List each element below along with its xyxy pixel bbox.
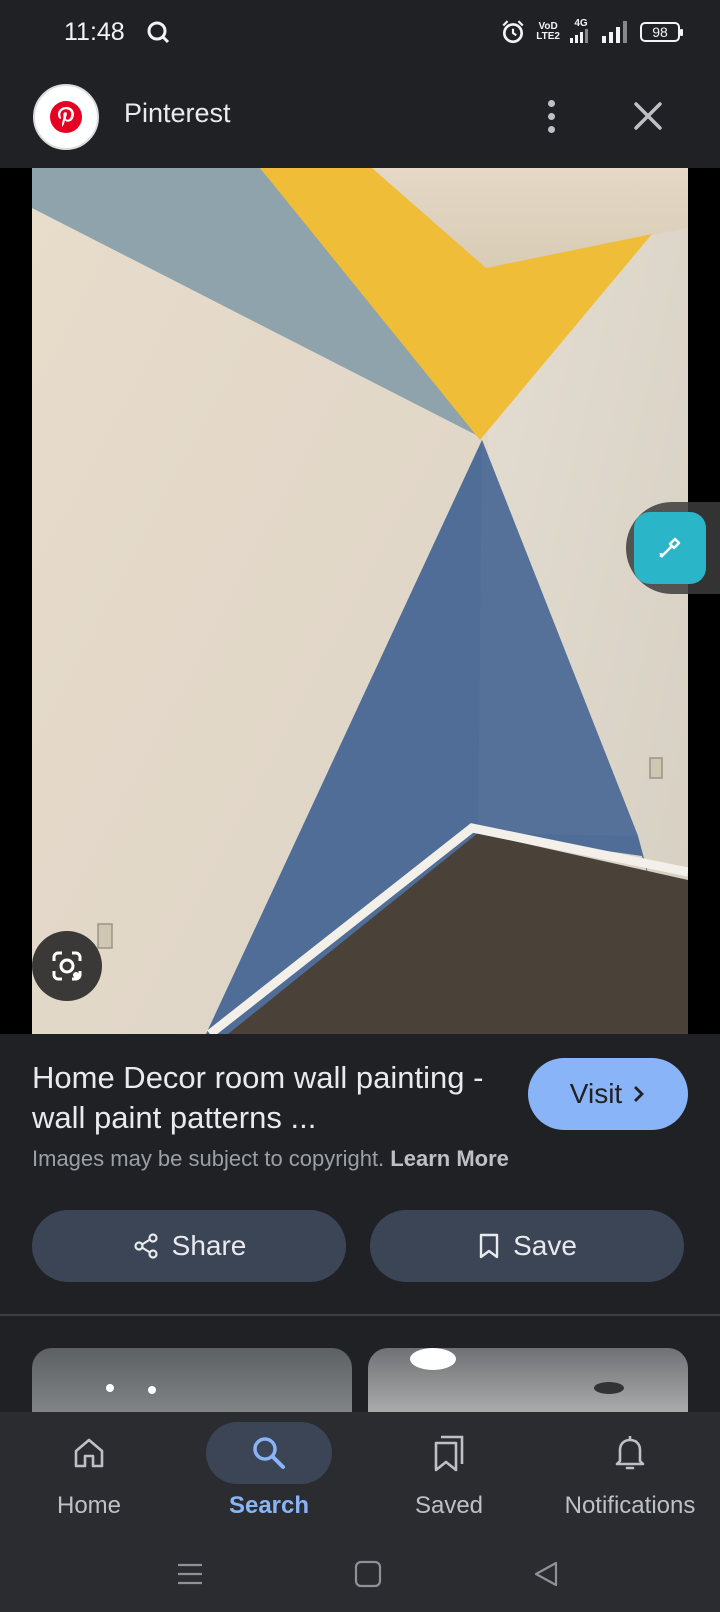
info-panel: Home Decor room wall painting - wall pai…: [0, 1034, 720, 1316]
nav-label: Saved: [414, 1492, 484, 1519]
battery-indicator: 98: [640, 22, 683, 42]
network-type: 4G: [570, 18, 592, 46]
edit-fab[interactable]: [626, 502, 720, 594]
pinterest-logo-icon: [50, 101, 82, 133]
learn-more-link[interactable]: Learn More: [390, 1146, 509, 1171]
chevron-right-icon: [634, 1086, 645, 1102]
nav-label: Search: [228, 1492, 310, 1519]
lens-icon[interactable]: [32, 931, 102, 1001]
pinterest-logo[interactable]: [33, 84, 99, 150]
visit-label: Visit: [569, 1078, 623, 1109]
status-time: 11:48: [64, 18, 125, 46]
more-vert-icon[interactable]: [536, 94, 566, 138]
system-nav-bar: [0, 1534, 720, 1612]
related-thumbnail[interactable]: [32, 1348, 352, 1412]
signal-icon: [602, 21, 627, 43]
visit-button[interactable]: Visit: [528, 1058, 688, 1130]
close-icon[interactable]: [628, 96, 668, 136]
share-label: Share: [171, 1230, 247, 1261]
bookmark-icon: [479, 1233, 499, 1259]
save-button[interactable]: Save: [370, 1210, 684, 1282]
saved-icon: [434, 1435, 464, 1472]
room-wall-image[interactable]: [32, 168, 688, 1034]
eyedropper-icon[interactable]: [634, 512, 706, 584]
share-button[interactable]: Share: [32, 1210, 346, 1282]
home-button-icon[interactable]: [348, 1554, 388, 1594]
related-thumbnail[interactable]: [368, 1348, 688, 1412]
save-label: Save: [513, 1230, 577, 1261]
result-title[interactable]: Home Decor room wall painting - wall pai…: [32, 1058, 502, 1138]
search-icon: [253, 1437, 285, 1469]
share-icon: [134, 1233, 158, 1259]
header: Pinterest: [0, 64, 720, 168]
bottom-nav: Home Search Saved Notifications: [0, 1412, 720, 1534]
recents-icon[interactable]: [170, 1554, 210, 1594]
search-icon: [147, 21, 170, 44]
site-name: Pinterest: [124, 98, 231, 128]
nav-notifications[interactable]: Notifications: [544, 1422, 716, 1532]
home-icon: [74, 1438, 104, 1468]
nav-home[interactable]: Home: [4, 1422, 174, 1532]
nav-label: Notifications: [564, 1492, 696, 1519]
nav-search[interactable]: Search: [184, 1422, 354, 1532]
related-results: [0, 1316, 720, 1412]
copyright-notice: Images may be subject to copyright. Lear…: [32, 1146, 509, 1171]
status-icons: VoD LTE2 4G 98: [500, 18, 683, 46]
nav-label: Home: [56, 1492, 122, 1519]
bell-icon: [615, 1436, 645, 1470]
alarm-icon: [502, 20, 524, 44]
nav-saved[interactable]: Saved: [364, 1422, 534, 1532]
back-icon[interactable]: [526, 1554, 566, 1594]
network-label: VoD LTE2: [536, 21, 560, 42]
signal-icon: [570, 28, 588, 43]
image-viewer[interactable]: [0, 168, 720, 1034]
status-bar: 11:48 VoD LTE2 4G 98: [0, 0, 720, 64]
